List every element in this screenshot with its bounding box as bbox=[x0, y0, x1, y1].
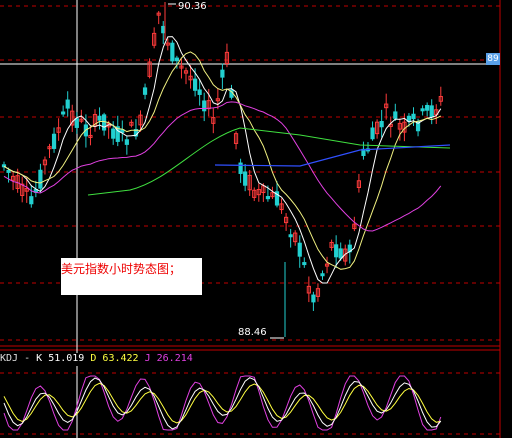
kdj-readout: KDJ - K 51.019 D 63.422 J 26.214 bbox=[0, 353, 193, 366]
candle-body bbox=[197, 89, 202, 95]
k-value: 51.019 bbox=[48, 353, 85, 364]
kdj-d-line bbox=[3, 382, 441, 424]
annotation-text: 美元指数小时势态图； bbox=[61, 262, 182, 276]
ma-line-30 bbox=[3, 101, 442, 232]
candle-body bbox=[243, 171, 248, 186]
kdj-k-line bbox=[3, 377, 442, 430]
candle-body bbox=[220, 69, 225, 78]
j-label: J bbox=[144, 353, 151, 364]
candle-body bbox=[393, 111, 398, 119]
candle-body bbox=[379, 121, 384, 128]
candle-body bbox=[6, 169, 11, 173]
candle-body bbox=[429, 105, 434, 118]
d-value: 63.422 bbox=[102, 353, 139, 364]
candle-body bbox=[320, 273, 325, 277]
candle-body bbox=[102, 114, 107, 131]
kdj-prefix: KDJ - bbox=[0, 353, 31, 364]
candlestick-chart: 90.36 88.46 bbox=[0, 0, 501, 438]
candle-body bbox=[338, 248, 343, 259]
candle-body bbox=[97, 115, 102, 121]
candle-body bbox=[74, 118, 79, 128]
price-tag: 89 bbox=[486, 53, 500, 65]
candle-body bbox=[61, 111, 66, 115]
candle-body bbox=[288, 234, 293, 238]
candle-body bbox=[51, 133, 57, 149]
annotation-box: 美元指数小时势态图； bbox=[61, 258, 202, 295]
candle-body bbox=[202, 100, 207, 112]
candle-body bbox=[161, 25, 166, 34]
candle-body bbox=[297, 242, 302, 257]
high-price-label: 90.36 bbox=[178, 1, 207, 12]
candle-body bbox=[193, 78, 198, 91]
candle-body bbox=[29, 196, 34, 205]
candle-body bbox=[124, 139, 129, 145]
chart-window: 90.36 88.46 KDJ - K 51.019 D 63.422 J 26.… bbox=[0, 0, 512, 438]
candle-body bbox=[238, 162, 243, 174]
candle-body bbox=[142, 87, 148, 95]
candle-body bbox=[265, 196, 270, 200]
candle-body bbox=[334, 244, 339, 258]
candle-body bbox=[111, 128, 116, 139]
d-label: D bbox=[90, 353, 97, 364]
candle-body bbox=[420, 108, 425, 112]
candle-body bbox=[174, 57, 180, 62]
candle-body bbox=[302, 262, 307, 266]
candle-body bbox=[425, 104, 430, 111]
candle-body bbox=[65, 99, 70, 109]
candle-body bbox=[311, 294, 316, 303]
candle-body bbox=[38, 169, 43, 189]
candle-body bbox=[411, 113, 416, 120]
candle-body bbox=[170, 42, 175, 62]
j-value: 26.214 bbox=[156, 353, 193, 364]
k-label: K bbox=[36, 353, 43, 364]
candle-body bbox=[370, 127, 375, 140]
low-price-label: 88.46 bbox=[238, 327, 267, 338]
